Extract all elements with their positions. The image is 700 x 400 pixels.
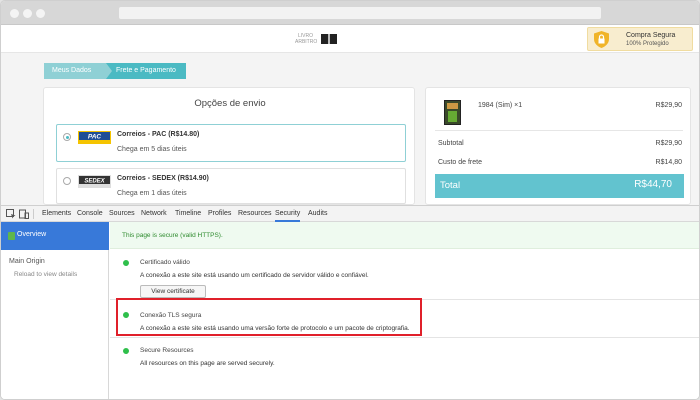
tab-security[interactable]: Security (275, 208, 301, 222)
sidebar-item-overview[interactable]: Overview (1, 222, 109, 250)
lock-icon (8, 232, 15, 240)
tab-resources[interactable]: Resources (238, 208, 271, 219)
browser-titlebar (1, 1, 699, 25)
site-logo-text[interactable]: LIVRO ARBITRO (295, 33, 317, 45)
sidebar-item-main-origin[interactable]: Main Origin (9, 258, 45, 265)
tab-audits[interactable]: Audits (308, 208, 327, 219)
certificate-title: Certificado válido (140, 259, 190, 266)
book-logo-icon[interactable] (321, 34, 337, 44)
freight-row: Custo de frete R$14,80 (438, 159, 682, 166)
shipping-title: Opções de envio (194, 98, 266, 109)
divider (435, 130, 683, 131)
minimize-window-button[interactable] (23, 9, 32, 18)
subtotal-value: R$29,90 (655, 140, 682, 147)
badge-subtitle: 100% Protegido (626, 41, 669, 47)
tls-highlight-box (116, 298, 422, 336)
cart-item-name: 1984 (Sim) ×1 (478, 102, 523, 109)
cart-item-price: R$29,90 (655, 102, 682, 109)
pac-logo-icon: PAC (78, 131, 111, 144)
certificate-desc: A conexão a este site está usando um cer… (140, 272, 369, 279)
inspect-element-icon[interactable] (6, 209, 16, 219)
close-window-button[interactable] (10, 9, 19, 18)
freight-label: Custo de frete (438, 159, 482, 166)
shipping-option-pac[interactable]: PAC Correios - PAC (R$14.80) Chega em 5 … (56, 124, 406, 162)
maximize-window-button[interactable] (36, 9, 45, 18)
tab-timeline[interactable]: Timeline (175, 208, 201, 219)
overview-label: Overview (17, 231, 47, 238)
tab-elements[interactable]: Elements (42, 208, 71, 219)
pac-radio[interactable] (63, 133, 71, 141)
book-cover-image (444, 100, 461, 125)
svg-text:SEDEX: SEDEX (84, 179, 105, 185)
step-frete-pagamento[interactable]: Frete e Pagamento (102, 63, 186, 79)
green-status-icon (123, 260, 129, 266)
svg-text:PAC: PAC (88, 134, 102, 141)
subtotal-label: Subtotal (438, 140, 464, 147)
secure-purchase-badge: Compra Segura 100% Protegido (587, 27, 693, 51)
sedex-radio[interactable] (63, 177, 71, 185)
freight-value: R$14,80 (655, 159, 682, 166)
site-header: LIVRO ARBITRO Compra Segura 100% Protegi… (1, 25, 699, 53)
tab-profiles[interactable]: Profiles (208, 208, 231, 219)
sedex-logo-icon: SEDEX (78, 175, 111, 188)
shipping-option-sedex[interactable]: SEDEX Correios - SEDEX (R$14.90) Chega e… (56, 168, 406, 204)
tab-network[interactable]: Network (141, 208, 167, 219)
shipping-options-card: Opções de envio PAC Correios - PAC (R$14… (43, 87, 415, 205)
resources-title: Secure Resources (140, 347, 194, 354)
address-bar[interactable] (119, 7, 601, 19)
certificate-section: Certificado válido A conexão a este site… (110, 250, 699, 300)
sedex-eta: Chega em 1 dias úteis (117, 190, 187, 197)
step-meus-dados[interactable]: Meus Dados (44, 63, 112, 79)
total-bar: Total R$44,70 (435, 174, 684, 198)
total-value: R$44,70 (634, 179, 672, 190)
reload-hint: Reload to view details (14, 271, 78, 278)
cart-summary-card: 1984 (Sim) ×1 R$29,90 Subtotal R$29,90 C… (425, 87, 691, 205)
resources-section: Secure Resources All resources on this p… (110, 339, 699, 373)
devtools-toolbar: Elements Console Sources Network Timelin… (1, 206, 699, 222)
subtotal-row: Subtotal R$29,90 (438, 140, 682, 147)
secure-page-banner: This page is secure (valid HTTPS). (110, 222, 699, 249)
web-page: LIVRO ARBITRO Compra Segura 100% Protegi… (1, 25, 699, 205)
view-certificate-button[interactable]: View certificate (140, 285, 206, 298)
badge-title: Compra Segura (626, 32, 676, 39)
security-sidebar: Overview Main Origin Reload to view deta… (1, 222, 109, 399)
pac-eta: Chega em 5 dias úteis (117, 146, 187, 153)
tab-console[interactable]: Console (77, 208, 103, 219)
pac-name: Correios - PAC (R$14.80) (117, 131, 200, 138)
resources-desc: All resources on this page are served se… (140, 360, 275, 367)
green-status-icon (123, 348, 129, 354)
tab-sources[interactable]: Sources (109, 208, 135, 219)
shield-lock-icon (594, 31, 609, 48)
logo-line-2: ARBITRO (295, 39, 318, 45)
browser-window: LIVRO ARBITRO Compra Segura 100% Protegi… (0, 0, 700, 400)
total-label: Total (440, 180, 461, 191)
toolbar-separator (33, 209, 34, 219)
secure-page-text: This page is secure (valid HTTPS). (122, 232, 223, 239)
device-mode-icon[interactable] (19, 209, 29, 219)
sedex-name: Correios - SEDEX (R$14.90) (117, 175, 209, 182)
